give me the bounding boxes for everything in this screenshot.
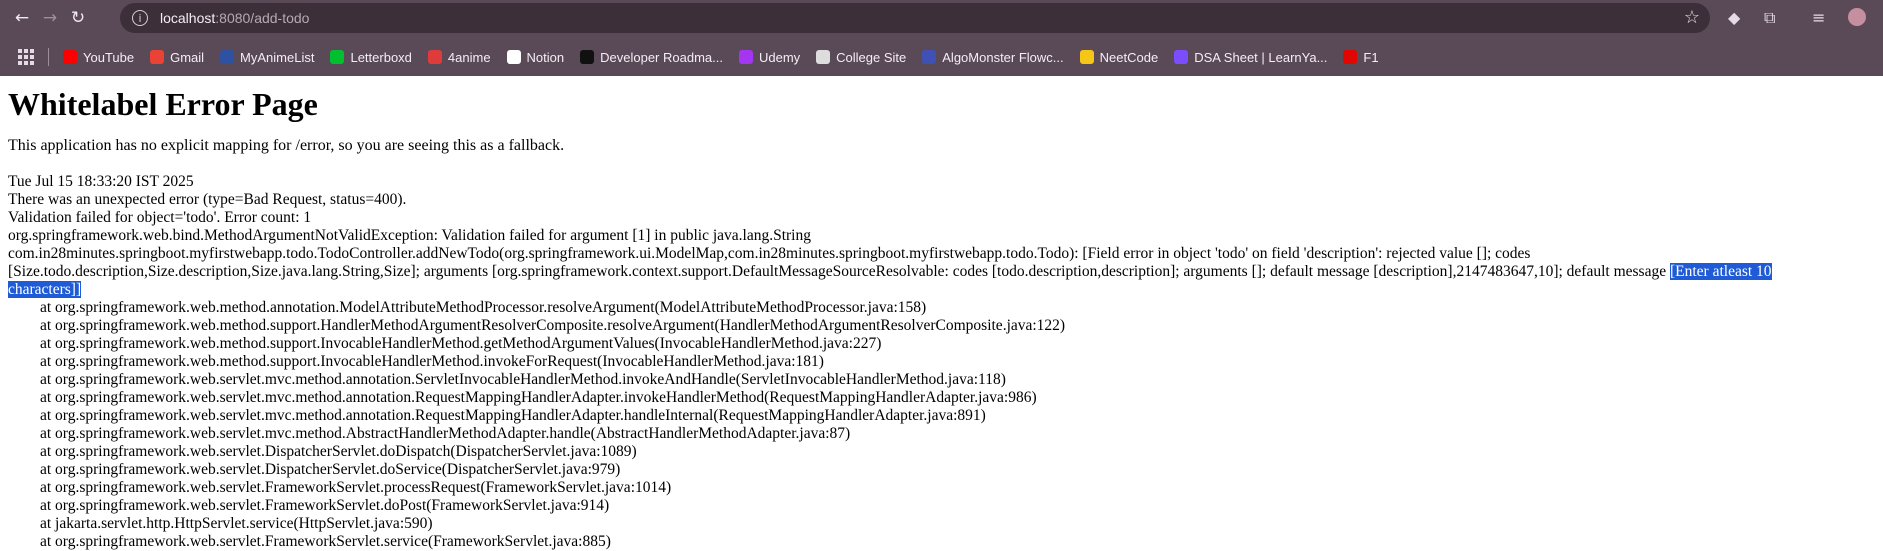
error-page: Whitelabel Error Page This application h… (0, 86, 1883, 551)
stack-trace-line: at jakarta.servlet.http.HttpServlet.serv… (40, 515, 433, 532)
bookmarks-separator (48, 48, 49, 66)
site-info-icon[interactable]: i (132, 10, 148, 26)
bookmark-favicon-icon (506, 50, 521, 64)
stack-trace-line: at org.springframework.web.method.suppor… (40, 317, 1066, 334)
bookmark-item[interactable]: DSA Sheet | LearnYa... (1174, 50, 1327, 65)
bookmark-label: YouTube (83, 49, 135, 65)
bookmark-label: College Site (836, 49, 907, 65)
bookmark-favicon-icon (330, 50, 345, 64)
exception-line-2: com.in28minutes.springboot.myfirstwebapp… (8, 245, 1531, 262)
selected-text: [Enter atleast 10 (1669, 263, 1772, 280)
page-title: Whitelabel Error Page (8, 86, 318, 122)
stack-trace-line: at org.springframework.web.servlet.mvc.m… (40, 407, 986, 424)
bookmark-item[interactable]: College Site (816, 50, 906, 65)
stack-trace-line: at org.springframework.web.method.suppor… (40, 353, 824, 370)
apps-grid-icon[interactable] (18, 49, 34, 65)
browser-chrome: ← → ↻ i localhost:8080/add-todo ☆ ◆ ⧉ ≡ … (0, 0, 1883, 76)
back-arrow-icon[interactable]: ← (8, 4, 36, 32)
exception-line-1: org.springframework.web.bind.MethodArgum… (8, 227, 811, 244)
stack-trace-line: at org.springframework.web.servlet.Dispa… (40, 461, 621, 478)
stack-trace-line: at org.springframework.web.method.annota… (40, 299, 927, 316)
reload-icon[interactable]: ↻ (64, 4, 92, 32)
bookmark-favicon-icon (1343, 50, 1358, 64)
bookmark-item[interactable]: YouTube (63, 50, 134, 65)
url-text[interactable]: localhost:8080/add-todo (160, 10, 309, 26)
bookmark-label: AlgoMonster Flowc... (942, 49, 1064, 65)
stack-trace-line: at org.springframework.web.servlet.Frame… (40, 479, 672, 496)
reading-list-icon[interactable]: ≡ (1812, 8, 1825, 27)
selected-text-end: characters]] (8, 281, 82, 298)
bookmark-label: MyAnimeList (240, 49, 315, 65)
exception-line-4: characters]] (8, 281, 1875, 299)
validation-summary: Validation failed for object='todo'. Err… (8, 209, 312, 226)
stack-trace-line: at org.springframework.web.servlet.mvc.m… (40, 371, 1006, 388)
profile-avatar[interactable] (1848, 8, 1866, 26)
bookmark-item[interactable]: NeetCode (1079, 49, 1159, 65)
bookmark-item[interactable]: MyAnimeList (220, 50, 314, 65)
bookmark-label: Letterboxd (350, 49, 412, 65)
fallback-message: This application has no explicit mapping… (8, 137, 565, 154)
url-host: localhost (160, 10, 216, 26)
stack-trace-line: at org.springframework.web.servlet.mvc.m… (40, 425, 851, 442)
timestamp: Tue Jul 15 18:33:20 IST 2025 (8, 173, 194, 190)
exception-line-3-text: [Size.todo.description,Size.description,… (8, 263, 1670, 280)
bookmark-favicon-icon (427, 50, 442, 64)
bookmark-label: Udemy (758, 49, 801, 65)
stack-trace-line: at org.springframework.web.servlet.Frame… (40, 533, 611, 550)
bookmark-favicon-icon (738, 50, 753, 64)
url-path: :8080/add-todo (215, 10, 310, 26)
bookmark-favicon-icon (580, 50, 595, 64)
bookmark-star-icon[interactable]: ☆ (1684, 7, 1700, 28)
stack-trace-line: at org.springframework.web.method.suppor… (40, 335, 882, 352)
bookmark-label: F1 (1363, 49, 1379, 65)
error-status: There was an unexpected error (type=Bad … (8, 191, 407, 208)
bookmark-label: 4anime (447, 49, 491, 65)
bookmark-item[interactable]: F1 (1343, 49, 1379, 65)
bookmark-favicon-icon (63, 50, 77, 64)
forward-arrow-icon[interactable]: → (36, 4, 64, 32)
bookmark-item[interactable]: Developer Roadma... (580, 50, 723, 65)
bookmark-favicon-icon (816, 50, 831, 64)
stack-trace-line: at org.springframework.web.servlet.Dispa… (40, 443, 637, 460)
bookmark-label: Gmail (170, 49, 205, 65)
bookmark-item[interactable]: 4anime (427, 49, 491, 65)
bookmark-label: NeetCode (1099, 49, 1159, 65)
exception-line-3: [Size.todo.description,Size.description,… (8, 263, 1875, 281)
stack-trace-line: at org.springframework.web.servlet.mvc.m… (40, 389, 1037, 406)
bookmark-item[interactable]: Udemy (738, 49, 801, 65)
puzzle-extensions-icon[interactable]: ⧉ (1764, 8, 1775, 28)
stack-trace: at org.springframework.web.method.annota… (8, 299, 1875, 551)
bookmarks-bar: YouTube Gmail MyAnimeList Letterboxd 4anime N… (0, 42, 1395, 72)
bookmark-favicon-icon (150, 50, 165, 64)
bookmark-item[interactable]: Gmail (150, 50, 204, 65)
bookmark-favicon-icon (1174, 50, 1189, 64)
stack-trace-line: at org.springframework.web.servlet.Frame… (40, 497, 610, 514)
bookmark-favicon-icon (1079, 50, 1094, 64)
bookmark-item[interactable]: AlgoMonster Flowc... (922, 49, 1064, 65)
bookmark-label: Notion (526, 49, 565, 65)
extension-icon[interactable]: ◆ (1728, 8, 1740, 27)
bookmark-favicon-icon (220, 50, 235, 64)
bookmark-label: DSA Sheet | LearnYa... (1194, 49, 1328, 65)
bookmark-item[interactable]: Letterboxd (330, 49, 412, 65)
bookmark-favicon-icon (922, 50, 937, 64)
address-bar[interactable]: i localhost:8080/add-todo ☆ (120, 3, 1710, 33)
bookmark-label: Developer Roadma... (600, 49, 723, 65)
bookmark-item[interactable]: Notion (506, 49, 565, 65)
